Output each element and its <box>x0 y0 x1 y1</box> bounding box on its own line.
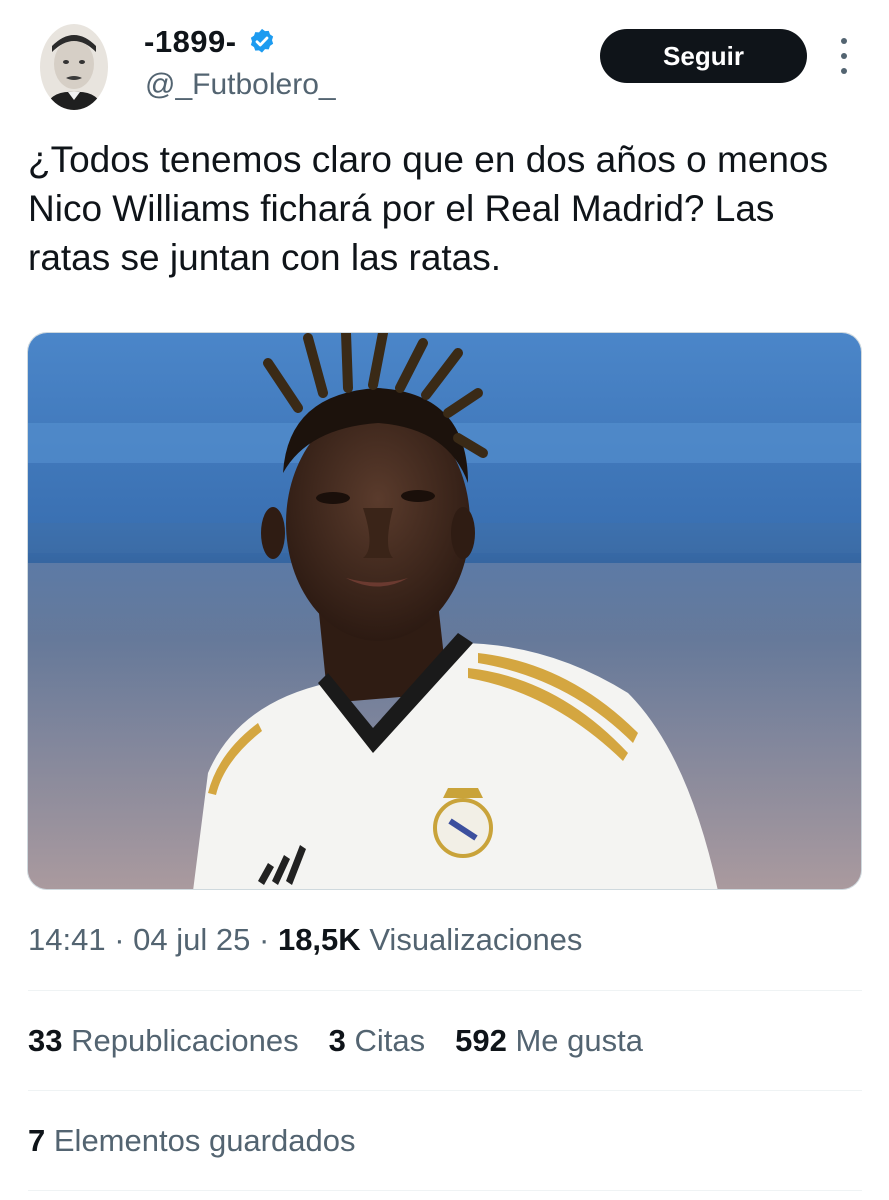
meta-separator: · <box>114 922 125 957</box>
display-name-text[interactable]: -1899- <box>144 24 237 60</box>
quotes-count: 3 <box>328 1023 346 1058</box>
quotes-label: Citas <box>354 1023 426 1058</box>
likes-stat[interactable]: 592 Me gusta <box>455 1023 643 1059</box>
tweet-media-image[interactable] <box>27 332 862 890</box>
tweet-text: ¿Todos tenemos claro que en dos años o m… <box>28 139 829 278</box>
verified-badge-icon <box>247 27 277 57</box>
bookmarks-count: 7 <box>28 1123 46 1158</box>
divider <box>28 990 862 991</box>
tweet-time[interactable]: 14:41 <box>28 922 106 957</box>
engagement-stats: 33 Republicaciones 3 Citas 592 Me gusta <box>28 1023 673 1059</box>
follow-button[interactable]: Seguir <box>600 29 807 83</box>
reposts-label: Republicaciones <box>71 1023 299 1058</box>
author-avatar[interactable] <box>40 24 108 110</box>
tweet-header: -1899- @_Futbolero_ Seguir <box>0 0 889 120</box>
more-vertical-icon[interactable] <box>834 38 854 74</box>
tweet-meta: 14:41 · 04 jul 25 · 18,5K Visualizacione… <box>28 922 582 958</box>
tweet-date[interactable]: 04 jul 25 <box>133 922 250 957</box>
likes-label: Me gusta <box>515 1023 643 1058</box>
author-display-name[interactable]: -1899- <box>144 24 277 60</box>
bookmarks-label: Elementos guardados <box>53 1123 356 1158</box>
divider <box>28 1090 862 1091</box>
meta-separator: · <box>259 922 270 957</box>
views-label: Visualizaciones <box>369 922 583 957</box>
likes-count: 592 <box>455 1023 507 1058</box>
reposts-stat[interactable]: 33 Republicaciones <box>28 1023 299 1059</box>
views-count: 18,5K <box>277 922 361 957</box>
quotes-stat[interactable]: 3 Citas <box>329 1023 426 1059</box>
author-handle[interactable]: @_Futbolero_ <box>145 68 336 102</box>
reposts-count: 33 <box>28 1023 63 1058</box>
bookmarks-stat[interactable]: 7 Elementos guardados <box>28 1123 355 1159</box>
player-photo-image <box>28 333 861 889</box>
divider <box>28 1190 862 1191</box>
